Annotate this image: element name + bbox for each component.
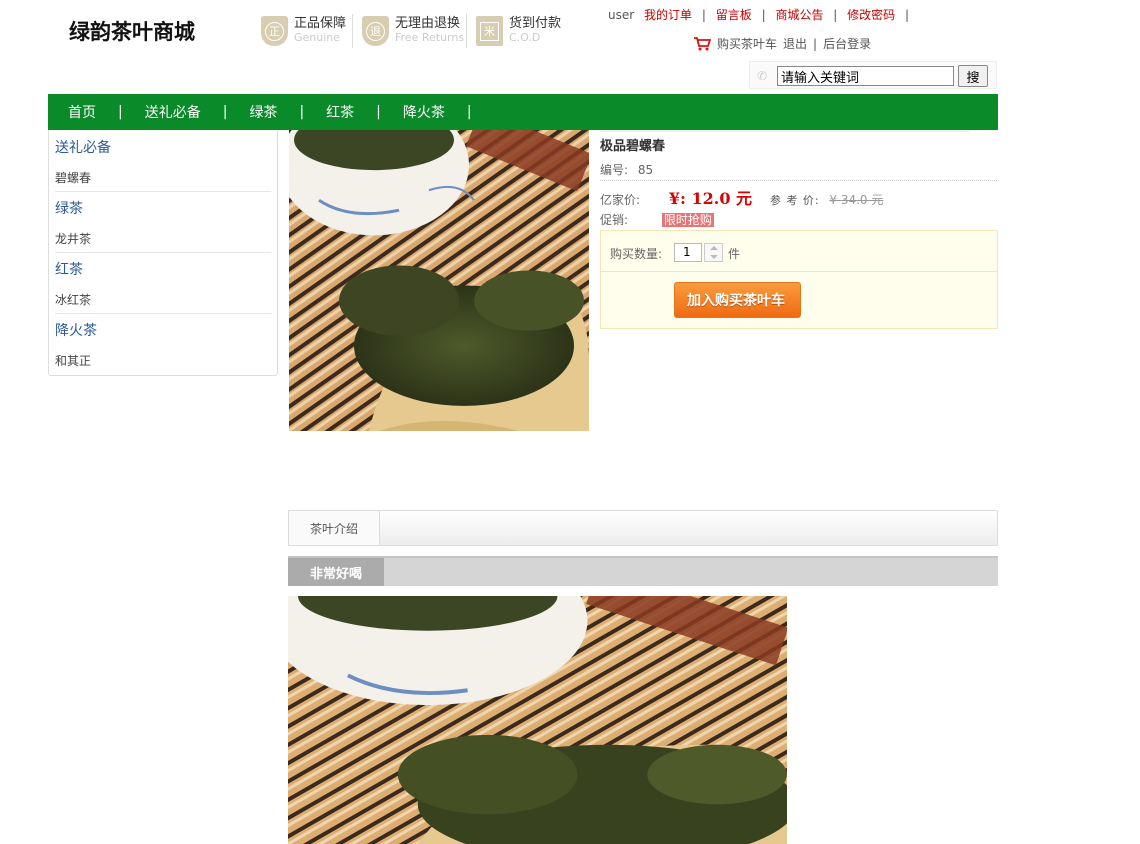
category-title[interactable]: 降火茶: [55, 320, 97, 340]
promo-label: 促销:: [600, 213, 629, 227]
product-image: [289, 130, 589, 431]
category-sidebar: 送礼必备 碧螺春 绿茶 龙井茶 红茶 冰红茶 降火茶 和其正: [48, 130, 278, 376]
chevron-down-icon[interactable]: [710, 255, 718, 259]
nav-home[interactable]: 首页 |: [68, 102, 145, 122]
nav-black-tea[interactable]: 红茶 |: [326, 102, 403, 122]
ref-price: ¥ 34.0 元: [829, 193, 884, 207]
promise-subtitle: Genuine: [294, 31, 341, 44]
search-box: ✆ 搜: [749, 61, 997, 89]
category-title[interactable]: 送礼必备: [55, 137, 111, 157]
chevron-up-icon[interactable]: [710, 246, 718, 250]
search-input[interactable]: [777, 66, 954, 86]
category-title[interactable]: 红茶: [55, 259, 83, 279]
notice-link[interactable]: 商城公告: [775, 8, 823, 22]
buy-box: 购买数量: 1 件 加入购买茶叶车: [600, 230, 998, 329]
detail-tabbar: 茶叶介绍: [288, 510, 998, 546]
message-board-link[interactable]: 留言板: [716, 8, 752, 22]
shopping-cart-icon: [694, 36, 711, 50]
logout-link[interactable]: 退出: [783, 35, 807, 52]
divider: [600, 130, 970, 132]
promo-badge: 限时抢购: [661, 213, 714, 227]
promo-row: 促销: 限时抢购: [600, 211, 714, 228]
main-nav: 首页 | 送礼必备 | 绿茶 | 红茶 | 降火茶 |: [48, 94, 998, 130]
category-title[interactable]: 绿茶: [55, 198, 83, 218]
admin-login-link[interactable]: 后台登录: [823, 35, 871, 52]
promise-title: 货到付款: [509, 16, 562, 31]
product-name: 极品碧螺春: [600, 139, 666, 154]
my-orders-link[interactable]: 我的订单: [644, 8, 692, 22]
ref-price-label: 参 考 价:: [769, 194, 820, 207]
page: 绿韵茶叶商城 正 正品保障 Genuine 退 无理由退换 Free Retur…: [0, 0, 1140, 844]
return-shield-icon: 退: [362, 16, 389, 46]
divider: [601, 271, 997, 272]
cart-line: 购买茶叶车 退出 | 后台登录: [693, 35, 871, 52]
divider: [55, 191, 271, 192]
category-item[interactable]: 龙井茶: [55, 230, 91, 247]
product-code-row: 编号: 85: [600, 161, 653, 178]
nav-gifts[interactable]: 送礼必备 |: [145, 102, 250, 122]
phone-icon: ✆: [757, 69, 768, 83]
code-label: 编号:: [600, 163, 629, 177]
promise-cod: 米 货到付款 C.O.D: [476, 14, 561, 48]
site-logo[interactable]: 绿韵茶叶商城: [69, 16, 195, 46]
quantity-input[interactable]: 1: [674, 243, 702, 262]
genuine-shield-icon: 正: [261, 16, 288, 46]
product-price: ¥: 12.0 元: [668, 189, 753, 208]
divider: [600, 180, 997, 181]
cod-package-icon: 米: [476, 16, 503, 46]
change-password-link[interactable]: 修改密码: [847, 8, 895, 22]
add-to-cart-button[interactable]: 加入购买茶叶车: [674, 282, 801, 318]
tab-tea-intro[interactable]: 茶叶介绍: [289, 511, 380, 545]
promise-genuine: 正 正品保障 Genuine: [261, 14, 346, 48]
product-code: 85: [637, 163, 654, 177]
promise-subtitle: C.O.D: [509, 31, 541, 44]
promise-title: 无理由退换: [395, 16, 461, 31]
divider: [55, 252, 271, 253]
price-label: 亿家价:: [600, 193, 641, 207]
top-links: user 我的订单 | 留言板 | 商城公告 | 修改密码 |: [608, 8, 910, 22]
category-item[interactable]: 碧螺春: [55, 169, 91, 186]
promise-title: 正品保障: [294, 16, 347, 31]
quantity-label: 购买数量:: [610, 247, 663, 261]
subtab-heading: 非常好喝: [288, 558, 384, 586]
category-item[interactable]: 冰红茶: [55, 291, 91, 308]
promise-subtitle: Free Returns: [395, 31, 465, 44]
username: user: [608, 8, 635, 22]
cart-link[interactable]: 购买茶叶车: [717, 35, 777, 52]
detail-subbar: 非常好喝: [288, 556, 998, 586]
quantity-stepper[interactable]: [704, 243, 723, 262]
divider: [55, 313, 271, 314]
divider: [466, 14, 467, 48]
quantity-unit: 件: [728, 247, 741, 261]
nav-herbal-tea[interactable]: 降火茶 |: [403, 102, 494, 122]
nav-green-tea[interactable]: 绿茶 |: [249, 102, 326, 122]
divider: [352, 14, 353, 48]
promise-returns: 退 无理由退换 Free Returns: [362, 14, 464, 48]
price-row: 亿家价: ¥: 12.0 元 参 考 价: ¥ 34.0 元: [600, 185, 883, 209]
search-button[interactable]: 搜: [958, 65, 988, 87]
category-item[interactable]: 和其正: [55, 352, 91, 369]
detail-image: [288, 596, 787, 844]
